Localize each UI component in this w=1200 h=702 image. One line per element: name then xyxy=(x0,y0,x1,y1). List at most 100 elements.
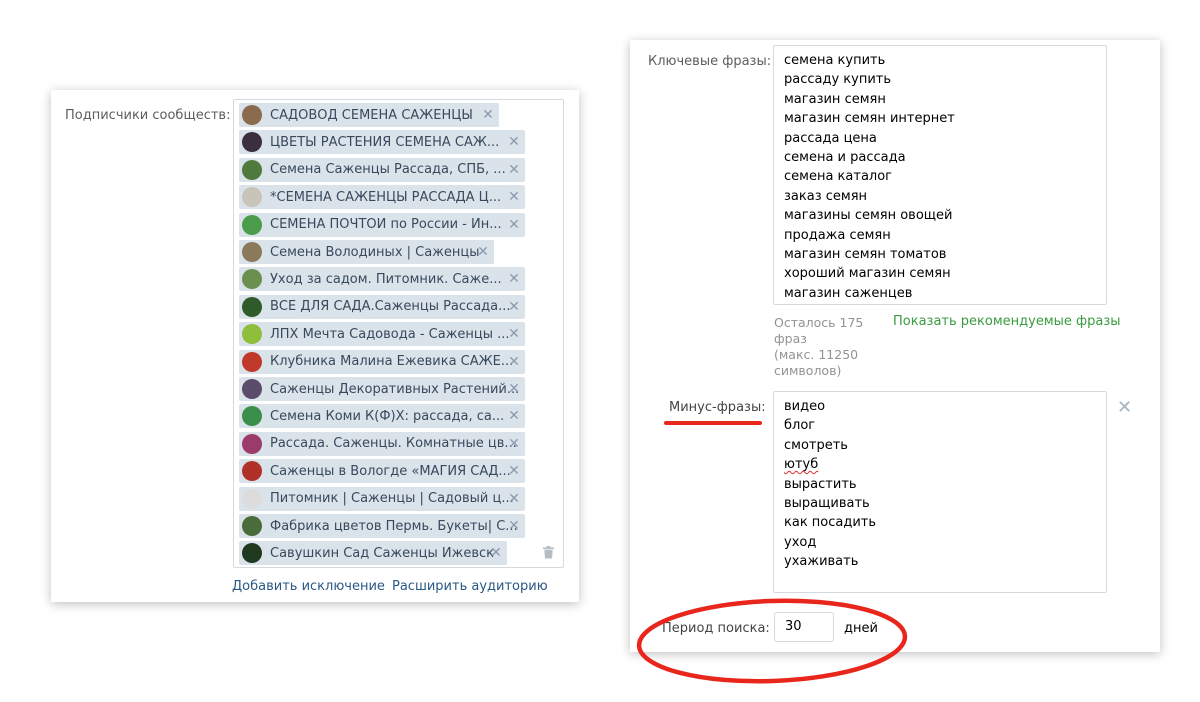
community-name: *СЕМЕНА САЖЕНЦЫ РАССАДА Ц... xyxy=(270,189,502,205)
community-name: Семена Коми К(Ф)Х: рассада, са... xyxy=(270,408,505,424)
community-token[interactable]: Савушкин Сад Саженцы Ижевск ✕ xyxy=(239,541,507,566)
community-token[interactable]: Семена Саженцы Рассада, СПБ, ... ✕ xyxy=(239,157,525,182)
red-underline-mark xyxy=(664,421,762,425)
communities-label: Подписчики сообществ: xyxy=(65,108,231,123)
community-token[interactable]: ЛПХ Мечта Садовода - Саженцы ... ✕ xyxy=(239,322,525,347)
community-avatar xyxy=(242,433,262,454)
community-name: Саженцы в Вологде «МАГИЯ САД... xyxy=(270,463,511,479)
remove-token-icon[interactable]: ✕ xyxy=(489,544,503,562)
community-avatar xyxy=(242,516,262,536)
community-token[interactable]: Фабрика цветов Пермь. Букеты| С... ✕ xyxy=(239,514,525,538)
community-avatar xyxy=(242,543,262,564)
minus-phrase-text: смотреть xyxy=(784,437,848,453)
minus-phrase-line: смотреть xyxy=(784,436,1106,455)
community-name: СЕМЕНА ПОЧТОЙ по России - Ин... xyxy=(270,217,502,233)
community-avatar xyxy=(242,214,262,235)
add-exclusion-link[interactable]: Добавить исключение xyxy=(232,579,385,594)
minus-phrase-line: как посадить xyxy=(784,513,1106,532)
minus-phrase-line: выращивать xyxy=(784,494,1106,513)
community-name: Уход за садом. Питомник. Саже... xyxy=(270,271,502,287)
community-name: Саженцы Декоративных Растений... xyxy=(270,381,520,397)
keyword-line: хороший магазин семян xyxy=(784,266,951,282)
close-icon[interactable]: ✕ xyxy=(1117,397,1132,418)
keyword-line: рассада цена xyxy=(784,130,877,146)
keyword-line: продажа семян xyxy=(784,227,891,243)
community-token[interactable]: Саженцы в Вологде «МАГИЯ САД... ✕ xyxy=(239,459,525,484)
remove-token-icon[interactable]: ✕ xyxy=(507,407,521,425)
minus-phrase-line: ухаживать xyxy=(784,552,1106,571)
keywords-label: Ключевые фразы: xyxy=(648,54,772,69)
community-avatar xyxy=(242,242,262,262)
minus-phrase-line: ютуб xyxy=(784,455,1106,474)
community-name: САДОВОД СЕМЕНА САЖЕНЦЫ xyxy=(270,107,473,123)
remaining-note-line: (макс. 11250 xyxy=(774,347,859,362)
remove-token-icon[interactable]: ✕ xyxy=(507,517,521,535)
remove-token-icon[interactable]: ✕ xyxy=(507,161,521,179)
keyword-line: магазин семян интернет xyxy=(784,111,955,127)
minus-phrase-line: блог xyxy=(784,416,1106,435)
keyword-line: заказ семян xyxy=(784,188,868,204)
community-token[interactable]: Саженцы Декоративных Растений... ✕ xyxy=(239,377,525,401)
minus-phrase-line: видео xyxy=(784,397,1106,416)
keyword-line: магазин саженцев xyxy=(784,285,913,301)
community-name: Фабрика цветов Пермь. Букеты| С... xyxy=(270,518,518,534)
communities-panel: Подписчики сообществ: САДОВОД СЕМЕНА САЖ… xyxy=(51,90,579,602)
community-token[interactable]: Питомник | Саженцы | Садовый ц... ✕ xyxy=(239,486,525,511)
minus-phrases-label: Минус-фразы: xyxy=(669,400,766,415)
minus-phrases-textarea[interactable]: видео блог смотреть ютуб вырастить выращивать… xyxy=(773,391,1107,593)
community-avatar xyxy=(242,488,262,509)
remove-token-icon[interactable]: ✕ xyxy=(481,106,495,124)
community-avatar xyxy=(242,406,262,427)
community-name: ЛПХ Мечта Садовода - Саженцы ... xyxy=(270,326,510,342)
community-name: Семена Володиных | Саженцы xyxy=(270,244,480,260)
keyword-line: семена и рассада xyxy=(784,150,906,166)
community-avatar xyxy=(242,461,262,482)
remove-token-icon[interactable]: ✕ xyxy=(507,435,521,453)
remove-token-icon[interactable]: ✕ xyxy=(476,243,490,261)
remove-token-icon[interactable]: ✕ xyxy=(507,325,521,343)
minus-phrase-text: вырастить xyxy=(784,476,857,492)
community-avatar xyxy=(242,105,262,125)
remove-token-icon[interactable]: ✕ xyxy=(507,216,521,234)
remaining-note-line: Осталось 175 xyxy=(774,315,864,330)
community-token[interactable]: *СЕМЕНА САЖЕНЦЫ РАССАДА Ц... ✕ xyxy=(239,185,525,210)
community-token[interactable]: Рассада. Саженцы. Комнатные цв... ✕ xyxy=(239,431,525,456)
remove-token-icon[interactable]: ✕ xyxy=(507,298,521,316)
community-avatar xyxy=(242,379,262,399)
remove-token-icon[interactable]: ✕ xyxy=(507,490,521,508)
community-avatar xyxy=(242,269,262,290)
keyword-line: рассаду купить xyxy=(784,72,892,88)
community-token[interactable]: СЕМЕНА ПОЧТОЙ по России - Ин... ✕ xyxy=(239,212,525,237)
remove-token-icon[interactable]: ✕ xyxy=(507,353,521,371)
minus-phrase-text: ухаживать xyxy=(784,554,859,570)
minus-phrase-text: ютуб xyxy=(784,457,819,473)
remove-token-icon[interactable]: ✕ xyxy=(507,462,521,480)
community-avatar xyxy=(242,324,262,345)
keywords-textarea[interactable]: семена купить рассаду купить магазин семян… xyxy=(773,45,1107,305)
community-avatar xyxy=(242,351,262,372)
period-input[interactable]: 30 xyxy=(774,612,834,642)
community-token[interactable]: ВСЁ ДЛЯ САДА.Саженцы Рассада... ✕ xyxy=(239,294,525,319)
community-token[interactable]: ЦВЕТЫ РАСТЕНИЯ СЕМЕНА САЖ... ✕ xyxy=(239,130,525,155)
remove-token-icon[interactable]: ✕ xyxy=(507,380,521,398)
remaining-note-line: фраз xyxy=(774,331,807,346)
community-token[interactable]: Семена Коми К(Ф)Х: рассада, са... ✕ xyxy=(239,404,525,429)
remaining-note: Осталось 175 фраз (макс. 11250 символов) xyxy=(774,315,884,379)
remove-token-icon[interactable]: ✕ xyxy=(507,188,521,206)
expand-audience-link[interactable]: Расширить аудиторию xyxy=(392,579,548,594)
community-token[interactable]: САДОВОД СЕМЕНА САЖЕНЦЫ ✕ xyxy=(239,103,499,127)
show-recommended-link[interactable]: Показать рекомендуемые фразы xyxy=(893,314,1121,329)
community-token[interactable]: Уход за садом. Питомник. Саже... ✕ xyxy=(239,267,525,292)
remaining-note-line: символов) xyxy=(774,363,842,378)
community-token[interactable]: Клубника Малина Ежевика САЖЕ... ✕ xyxy=(239,349,525,374)
period-unit: дней xyxy=(844,621,878,636)
minus-phrase-text: как посадить xyxy=(784,515,877,531)
remove-token-icon[interactable]: ✕ xyxy=(507,270,521,288)
remove-token-icon[interactable]: ✕ xyxy=(507,133,521,151)
community-name: Рассада. Саженцы. Комнатные цв... xyxy=(270,436,517,452)
communities-token-box[interactable]: САДОВОД СЕМЕНА САЖЕНЦЫ ✕ ЦВЕТЫ РАСТЕНИЯ СЕ… xyxy=(233,99,564,568)
community-name: ЦВЕТЫ РАСТЕНИЯ СЕМЕНА САЖ... xyxy=(270,134,500,150)
trash-icon[interactable] xyxy=(543,546,554,559)
community-token[interactable]: Семена Володиных | Саженцы ✕ xyxy=(239,240,494,264)
keyword-line: семена каталог xyxy=(784,169,892,185)
